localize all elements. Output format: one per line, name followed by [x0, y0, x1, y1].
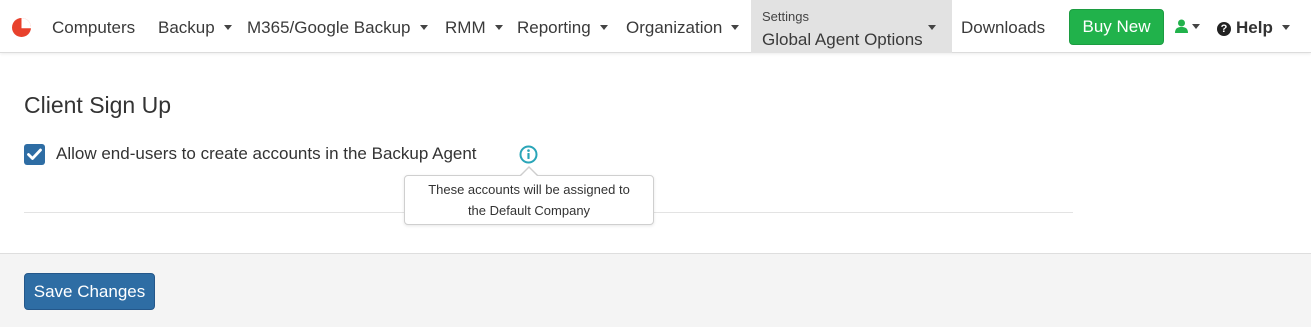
- nav-rmm-label: RMM: [445, 18, 486, 37]
- nav-settings-section: Settings: [762, 9, 809, 24]
- nav-organization[interactable]: Organization: [626, 0, 740, 53]
- chevron-down-icon: [494, 25, 503, 30]
- allow-signup-checkbox[interactable]: [24, 144, 45, 165]
- top-navbar: Computers Backup M365/Google Backup RMM …: [0, 0, 1311, 53]
- nav-computers[interactable]: Computers: [52, 0, 135, 53]
- section-title: Client Sign Up: [24, 92, 172, 118]
- nav-m365-google-backup[interactable]: M365/Google Backup: [247, 0, 428, 53]
- checkmark-icon: [27, 148, 42, 160]
- chevron-down-icon: [223, 25, 232, 30]
- tooltip-line-2: the Default Company: [467, 203, 591, 218]
- buy-new-button[interactable]: Buy New: [1069, 9, 1164, 45]
- info-tooltip: These accounts will be assigned to the D…: [404, 175, 654, 225]
- help-label: Help: [1236, 18, 1273, 37]
- nav-m365-label: M365/Google Backup: [247, 18, 411, 37]
- help-menu[interactable]: ? Help: [1217, 0, 1290, 53]
- nav-downloads-label: Downloads: [961, 18, 1046, 37]
- nav-rmm[interactable]: RMM: [445, 0, 503, 53]
- chevron-down-icon: [599, 25, 608, 30]
- nav-backup-label: Backup: [158, 18, 215, 37]
- nav-reporting[interactable]: Reporting: [517, 0, 608, 53]
- tooltip-arrow-fill: [520, 168, 538, 177]
- nav-reporting-label: Reporting: [517, 18, 591, 37]
- chevron-down-icon: [1192, 24, 1200, 29]
- nav-settings-active[interactable]: Settings Global Agent Options: [751, 0, 952, 53]
- chevron-down-icon: [1281, 25, 1290, 30]
- save-changes-button[interactable]: Save Changes: [24, 273, 155, 310]
- chevron-down-icon: [731, 25, 740, 30]
- info-icon[interactable]: [519, 145, 538, 164]
- nav-computers-label: Computers: [52, 18, 136, 37]
- help-icon: ?: [1217, 22, 1231, 36]
- tooltip-line-1: These accounts will be assigned to: [428, 182, 630, 197]
- nav-downloads[interactable]: Downloads: [961, 0, 1045, 53]
- chevron-down-icon: [928, 25, 936, 30]
- allow-signup-label[interactable]: Allow end-users to create accounts in th…: [56, 144, 477, 164]
- nav-settings-page: Global Agent Options: [762, 30, 923, 49]
- user-icon: [1175, 19, 1188, 33]
- nav-backup[interactable]: Backup: [158, 0, 232, 53]
- nav-organization-label: Organization: [626, 18, 723, 37]
- chevron-down-icon: [419, 25, 428, 30]
- form-footer: Save Changes: [0, 253, 1311, 327]
- logo-icon[interactable]: [11, 17, 32, 38]
